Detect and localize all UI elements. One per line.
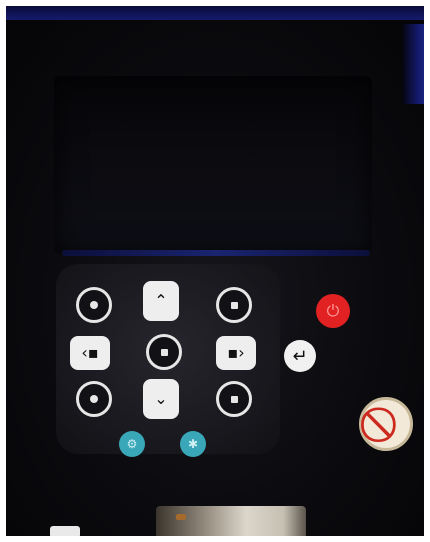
enter-button[interactable]: ↵ (284, 340, 316, 372)
gear-icon: ⚙ (126, 437, 138, 451)
square-ring-icon (160, 348, 168, 356)
white-tab (50, 526, 80, 536)
teal-left-button[interactable]: ⚙ (119, 431, 145, 457)
key-1[interactable] (76, 287, 112, 323)
display-screen (54, 76, 372, 254)
key-7[interactable] (76, 381, 112, 417)
teal-right-button[interactable]: ✱ (180, 431, 206, 457)
device-photo: ⌃ ‹▪ ▪› ⌄ ⏻ ↵ ⚙ ✱ ⃠ (6, 6, 424, 536)
power-icon: ⏻ (326, 301, 340, 320)
key-9[interactable] (216, 381, 252, 417)
no-sign-sticker: ⃠ (359, 397, 413, 451)
screen-bezel-line (62, 250, 370, 256)
square-ring-icon (230, 301, 238, 309)
dot-ring-icon (90, 395, 98, 403)
case-edge-right (402, 24, 424, 104)
key-right[interactable]: ▪› (216, 336, 256, 370)
key-down[interactable]: ⌄ (143, 379, 179, 419)
dot-ring-icon (90, 301, 98, 309)
asterisk-icon: ✱ (187, 437, 199, 451)
label-strip (156, 506, 306, 536)
power-button[interactable]: ⏻ (316, 294, 350, 328)
square-ring-icon (230, 395, 238, 403)
chevron-down-icon: ⌄ (154, 389, 168, 408)
chevron-up-icon: ⌃ (154, 291, 168, 310)
key-up[interactable]: ⌃ (143, 281, 179, 321)
key-left[interactable]: ‹▪ (70, 336, 110, 370)
key-3[interactable] (216, 287, 252, 323)
return-arrow-icon: ↵ (292, 345, 308, 367)
chevron-right-icon: ▪› (227, 343, 245, 362)
key-center[interactable] (146, 334, 182, 370)
chevron-left-icon: ‹▪ (81, 343, 99, 362)
